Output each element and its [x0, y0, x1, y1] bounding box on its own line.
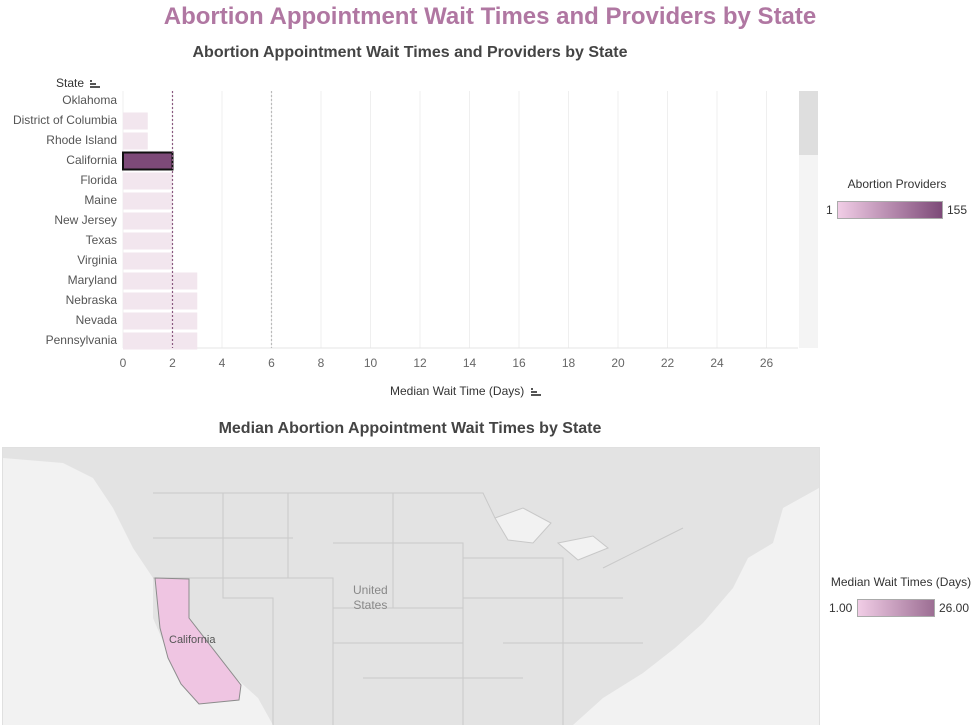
x-tick-label: 2: [169, 356, 176, 370]
wait-color-ramp: [857, 599, 935, 617]
bar[interactable]: [123, 332, 198, 350]
bar[interactable]: [123, 272, 198, 290]
bar[interactable]: [123, 252, 173, 270]
map-canvas: [3, 448, 819, 725]
map-view[interactable]: United States California: [2, 447, 820, 725]
providers-legend-title: Abortion Providers: [847, 177, 947, 191]
x-tick-label: 16: [512, 356, 526, 370]
country-label: United States: [353, 583, 388, 612]
chart-scrollbar-thumb[interactable]: [799, 91, 818, 155]
x-tick-label: 14: [463, 356, 477, 370]
x-tick-label: 0: [120, 356, 127, 370]
x-tick-label: 18: [562, 356, 576, 370]
bar[interactable]: [123, 192, 173, 210]
wait-legend-title: Median Wait Times (Days): [830, 575, 972, 589]
bar[interactable]: [123, 172, 173, 190]
wait-legend-max: 26.00: [939, 601, 970, 615]
providers-legend-max: 155: [947, 203, 968, 217]
state-label-california: California: [169, 634, 216, 646]
bar[interactable]: [123, 212, 173, 230]
x-tick-label: 20: [611, 356, 625, 370]
bar[interactable]: [122, 151, 174, 171]
x-tick-label: 4: [219, 356, 226, 370]
sort-descending-icon[interactable]: [530, 387, 541, 397]
x-tick-label: 10: [364, 356, 378, 370]
x-tick-label: 24: [710, 356, 724, 370]
x-axis-label: Median Wait Time (Days): [390, 384, 525, 398]
bar[interactable]: [123, 112, 148, 130]
bar[interactable]: [123, 312, 198, 330]
x-tick-label: 12: [413, 356, 427, 370]
x-tick-label: 8: [318, 356, 325, 370]
wait-legend-min: 1.00: [829, 601, 853, 615]
x-tick-label: 6: [268, 356, 275, 370]
providers-color-ramp: [837, 201, 943, 219]
x-axis-title[interactable]: Median Wait Time (Days): [390, 384, 541, 398]
map-title: Median Abortion Appointment Wait Times b…: [218, 420, 602, 437]
bar[interactable]: [123, 132, 148, 150]
chart-title: Abortion Appointment Wait Times and Prov…: [192, 44, 628, 61]
x-tick-label: 26: [760, 356, 774, 370]
bar-chart: 0 2 4 6 8 10 12 14 16 18 20 22 24 26: [120, 91, 798, 370]
bar[interactable]: [123, 292, 198, 310]
x-tick-label: 22: [661, 356, 675, 370]
bar[interactable]: [123, 232, 173, 250]
land-icon: [3, 448, 819, 725]
page-title: Abortion Appointment Wait Times and Prov…: [163, 3, 817, 30]
providers-legend-min: 1: [826, 203, 833, 217]
